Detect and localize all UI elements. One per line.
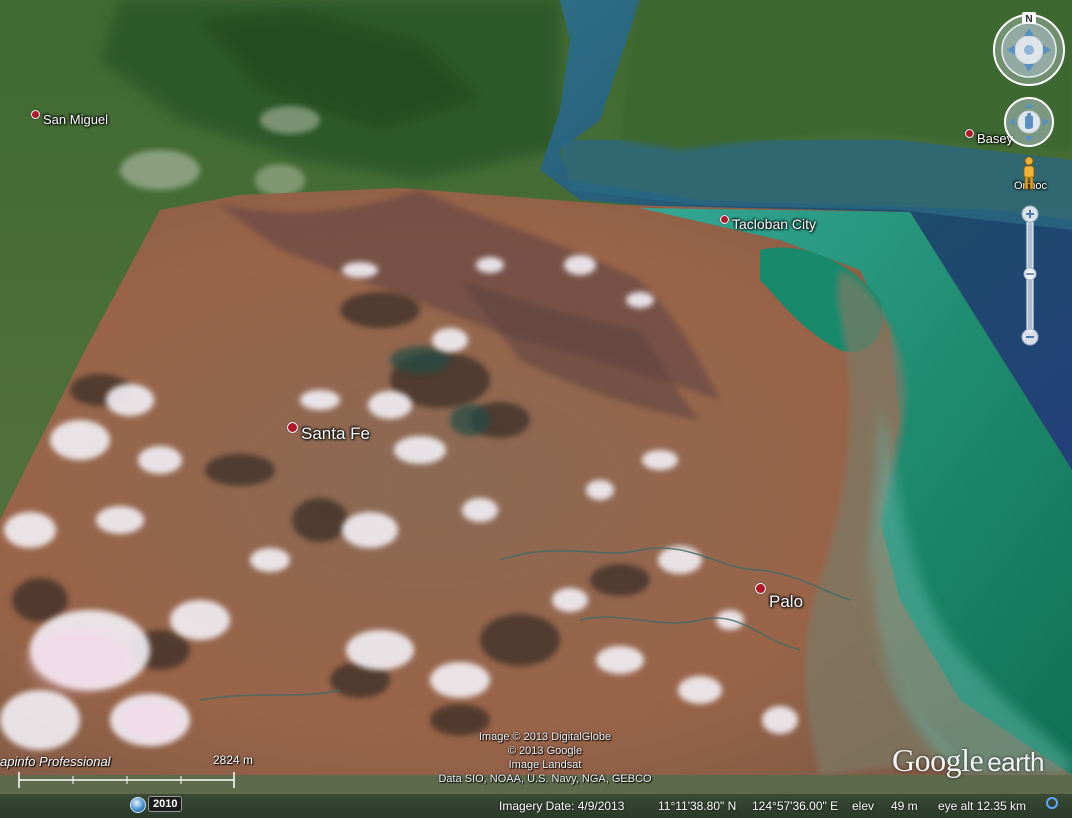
attribution-line: Data SIO, NOAA, U.S. Navy, NGA, GEBCO: [438, 773, 652, 785]
elevation-value: 49 m: [891, 799, 918, 813]
street-view-pegman-icon[interactable]: [1019, 156, 1039, 192]
elevation-label: elev: [852, 799, 875, 813]
logo-google: Google: [892, 742, 984, 778]
compass-north-label: N: [1025, 14, 1032, 25]
latitude-readout: 11°11'38.80" N: [658, 799, 737, 813]
longitude-readout: 124°57'36.00" E: [752, 799, 839, 813]
imagery-attribution: Image © 2013 DigitalGlobe © 2013 Google …: [410, 730, 680, 786]
streaming-indicator-icon: [1046, 797, 1058, 809]
place-palo[interactable]: Palo: [755, 580, 803, 612]
zoom-in-button[interactable]: [1021, 205, 1039, 223]
status-bar: 2010 Imagery Date: 4/9/2013 11°11'38.80"…: [0, 794, 1072, 818]
place-label: Santa Fe: [301, 424, 370, 443]
place-label: San Miguel: [43, 112, 109, 127]
place-pin-icon: [720, 214, 729, 224]
map-viewport[interactable]: San Miguel Basey Ormoc Tacloban City San…: [0, 0, 1072, 818]
place-tacloban-city[interactable]: Tacloban City: [720, 214, 817, 232]
place-santa-fe[interactable]: Santa Fe: [287, 421, 370, 444]
place-label: Palo: [769, 592, 804, 611]
attribution-line: Image © 2013 DigitalGlobe: [478, 731, 612, 743]
place-pin-icon: [755, 582, 766, 594]
minus-icon: [1026, 336, 1034, 338]
place-label: Tacloban City: [732, 216, 817, 232]
scale-bar: [18, 772, 235, 788]
scale-label: 2824 m: [213, 753, 254, 767]
place-san-miguel[interactable]: San Miguel: [31, 110, 109, 127]
place-pin-icon: [287, 421, 298, 433]
zoom-slider[interactable]: [1019, 204, 1041, 348]
zoom-out-button[interactable]: [1021, 328, 1039, 346]
google-earth-logo: Google earth: [892, 742, 1044, 779]
attribution-line: Image Landsat: [508, 759, 582, 771]
zoom-thumb[interactable]: [1023, 267, 1037, 281]
eye-altitude: eye alt 12.35 km: [938, 799, 1027, 813]
overlay-credit: apinfo Professional: [0, 754, 111, 769]
attribution-line: © 2013 Google: [507, 745, 583, 757]
historic-imagery-clock-icon[interactable]: [130, 797, 146, 813]
place-pin-icon: [31, 110, 40, 119]
logo-earth: earth: [987, 747, 1044, 777]
compass-ring-icon[interactable]: N: [991, 12, 1067, 88]
pan-hand-icon[interactable]: [1003, 96, 1055, 148]
imagery-date: Imagery Date: 4/9/2013: [499, 799, 625, 813]
terrain-imagery[interactable]: [0, 0, 1072, 818]
historic-year-button[interactable]: 2010: [148, 796, 183, 812]
place-pin-icon: [965, 129, 974, 138]
